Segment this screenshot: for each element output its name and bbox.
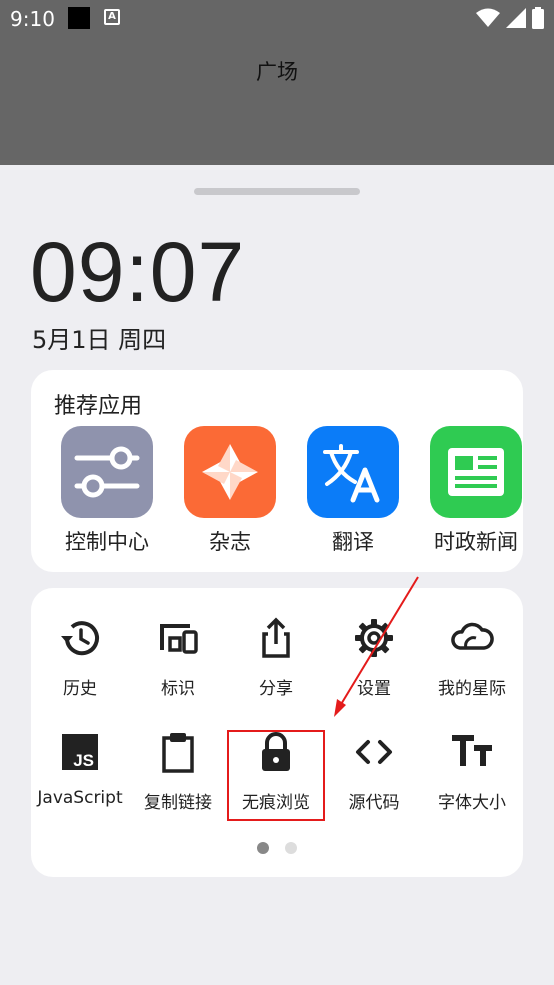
annotation-arrow <box>334 576 419 717</box>
